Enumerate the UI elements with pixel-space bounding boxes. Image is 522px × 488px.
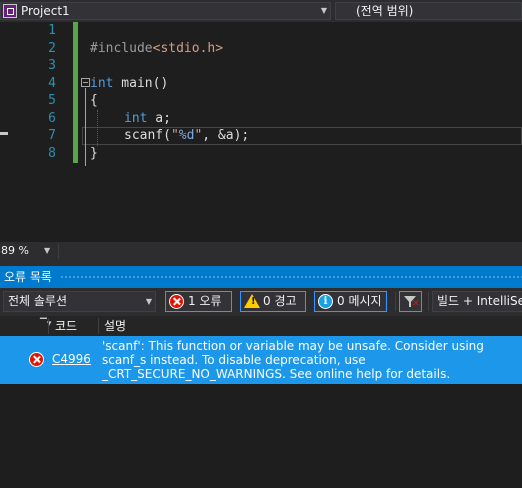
solution-scope-value: 전체 솔루션 [8,294,68,308]
project-label: Project1 [21,4,70,18]
filter-toggle-button[interactable]: ✕ [399,291,422,312]
errors-count-label: 1 오류 [188,294,222,308]
preprocessor-token: #include [90,40,153,56]
error-code-link[interactable]: C4996 [52,352,91,366]
error-list-title-bar[interactable]: 오류 목록 [0,266,522,288]
keyword-token: int [124,110,148,126]
error-icon [169,294,184,309]
code-editor[interactable]: 1 2 3 4 5 6 7 8 #include<stdio.h> int ma… [0,22,522,242]
collapse-icon[interactable] [81,78,90,87]
scope-label: (전역 범위) [356,4,414,18]
indent-guide [97,110,98,146]
code-token: , &a); [202,128,250,143]
divider [58,244,59,259]
chevron-down-icon: ▼ [320,6,327,15]
warning-icon-mark: ! [251,296,256,307]
messages-filter-button[interactable]: i 0 메시지 [314,291,387,312]
divider [428,292,429,311]
code-line: #include<stdio.h> [90,40,223,58]
column-divider[interactable] [48,318,49,334]
code-line: } [90,145,98,163]
change-tracking-margin [73,22,78,163]
line-number: 1 [48,23,56,38]
code-token: scanf( [124,128,171,143]
error-list-body [0,384,522,488]
line-number: 5 [48,93,56,108]
current-line-marker [0,132,8,135]
editor-status-bar: 89 % ▼ [0,242,522,261]
code-line: scanf("%d", &a); [124,127,249,145]
funnel-stem [409,302,411,307]
error-list-column-header: ▔▾ 코드 설명 [0,316,522,336]
info-icon: i [318,294,333,309]
solution-scope-dropdown[interactable]: 전체 솔루션 ▼ [3,291,156,312]
column-header-code[interactable]: 코드 [55,316,77,336]
navigation-bar: Project1 ▼ (전역 범위) [0,0,522,22]
errors-filter-button[interactable]: 1 오류 [165,291,232,312]
error-icon [29,352,44,367]
code-line: int main() [90,75,168,93]
drag-grip[interactable] [60,275,522,280]
include-path-token: <stdio.h> [152,40,224,56]
clear-filter-icon: ✕ [412,299,420,309]
project-icon [3,4,17,18]
column-header-description[interactable]: 설명 [104,316,126,336]
code-token: main() [113,75,169,91]
error-description: 'scanf': This function or variable may b… [102,339,484,381]
scope-dropdown[interactable]: (전역 범위) [335,2,522,20]
code-line: { [90,92,98,110]
line-number: 8 [48,145,56,161]
build-source-value: 빌드 + IntelliSense [437,294,522,308]
column-divider[interactable] [98,318,99,334]
build-source-dropdown[interactable]: 빌드 + IntelliSense [432,291,522,312]
error-row[interactable]: C4996 'scanf': This function or variable… [0,336,522,384]
string-token: " [170,128,179,143]
code-line: int a; [124,110,171,128]
line-number: 7 [48,128,56,143]
divider [395,292,396,311]
line-number: 6 [48,110,56,126]
project-dropdown[interactable]: Project1 ▼ [0,2,331,20]
chevron-down-icon: ▼ [44,246,51,255]
line-number: 2 [48,40,56,56]
zoom-dropdown[interactable]: 89 % ▼ [0,243,56,260]
sort-icon[interactable]: ▔▾ [40,314,51,334]
chevron-down-icon: ▼ [145,297,152,306]
code-token: { [90,93,98,108]
zoom-value: 89 % [1,244,29,257]
line-number: 3 [48,58,56,73]
code-token: a; [147,110,171,126]
keyword-token: int [90,75,114,91]
format-specifier-token: %d [178,128,195,143]
warnings-filter-button[interactable]: ! 0 경고 [240,291,306,312]
warnings-count-label: 0 경고 [263,294,297,308]
line-number: 4 [48,75,56,91]
error-list-toolbar: 전체 솔루션 ▼ 1 오류 ! 0 경고 i 0 메시지 ✕ 빌드 + Inte… [0,288,522,316]
code-token: } [90,145,98,161]
outline-bracket [85,88,86,166]
error-list-title: 오류 목록 [4,270,52,284]
messages-count-label: 0 메시지 [337,294,382,308]
